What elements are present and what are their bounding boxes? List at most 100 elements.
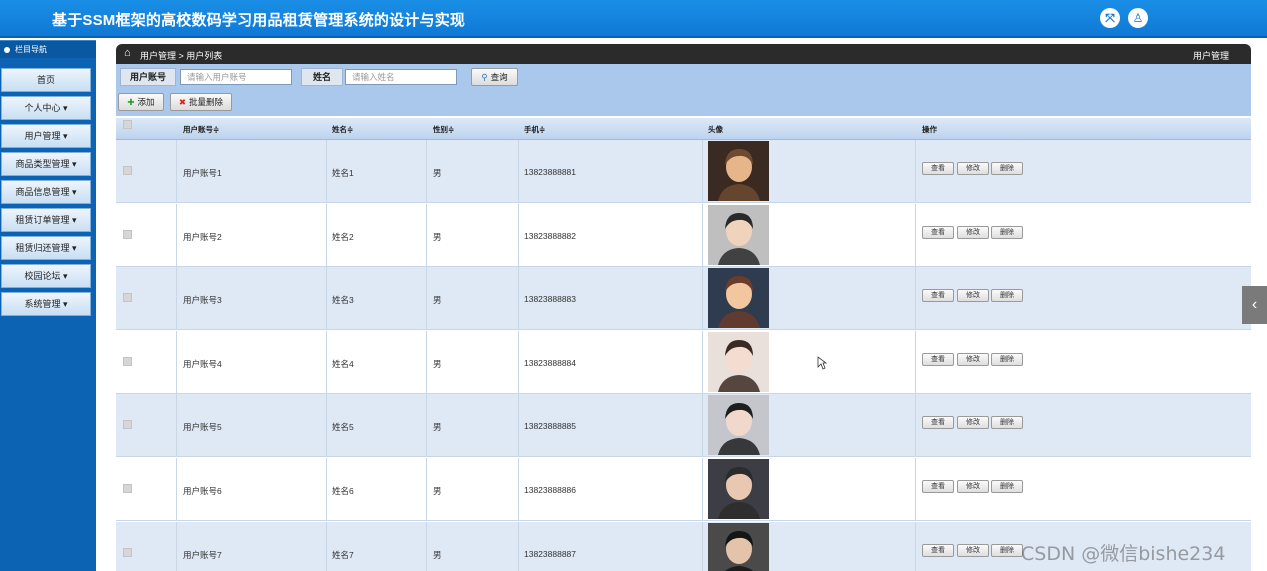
delete-button[interactable]: 删除	[991, 225, 1023, 239]
view-button[interactable]: 查看	[922, 416, 954, 430]
query-button-label: 查询	[490, 72, 508, 82]
col-gender[interactable]: 性别≑	[433, 124, 454, 135]
cell-phone: 13823888883	[524, 294, 577, 305]
account-search-input[interactable]: 请输入用户账号	[180, 69, 292, 85]
edit-button[interactable]: 修改	[957, 225, 989, 239]
avatar	[708, 331, 769, 392]
app-header: 基于SSM框架的高校数码学习用品租赁管理系统的设计与实现 ⤧ ♙	[0, 0, 1267, 38]
watermark: CSDN @微信bishe234	[1021, 543, 1226, 565]
delete-button[interactable]: 删除	[991, 289, 1023, 303]
sidebar-nav-header: 栏目导航	[0, 40, 96, 58]
table-header: 用户账号≑ 姓名≑ 性别≑ 手机≑ 头像 操作	[116, 118, 1251, 140]
view-button[interactable]: 查看	[922, 162, 954, 175]
row-checkbox[interactable]	[123, 547, 132, 557]
cell-account: 用户账号5	[183, 422, 222, 433]
cell-phone: 13823888881	[524, 167, 577, 177]
cell-name: 姓名5	[332, 422, 354, 433]
home-icon[interactable]: ⌂	[124, 47, 131, 59]
col-account[interactable]: 用户账号≑	[183, 124, 219, 135]
app-title: 基于SSM框架的高校数码学习用品租赁管理系统的设计与实现	[52, 12, 466, 29]
avatar	[708, 268, 769, 329]
cell-account: 用户账号6	[183, 486, 222, 496]
delete-button[interactable]: 删除	[991, 480, 1023, 493]
sidebar-item-forum[interactable]: 校园论坛 ▾	[1, 264, 91, 288]
table-row: 用户账号4 姓名4 男 13823888884 查看 修改 删除	[116, 330, 1251, 394]
breadcrumb: 用户管理 > 用户列表	[140, 51, 223, 61]
sidebar-item-home[interactable]: 首页	[1, 68, 91, 92]
row-checkbox[interactable]	[123, 420, 132, 430]
sidebar-item-user-management[interactable]: 用户管理 ▾	[1, 124, 91, 148]
cell-phone: 13823888887	[524, 548, 577, 559]
page-title: 用户管理	[1192, 51, 1229, 61]
select-all-checkbox[interactable]	[123, 120, 132, 129]
search-bar: 用户账号 请输入用户账号 姓名 请输入姓名 ⚲ 查询 ✚ 添加 ✖ 批量删除	[116, 64, 1251, 116]
cell-account: 用户账号4	[183, 358, 222, 369]
cell-phone: 13823888882	[524, 230, 577, 241]
cell-name: 姓名1	[332, 168, 354, 178]
cell-phone: 13823888886	[524, 485, 577, 495]
cell-account: 用户账号1	[183, 168, 222, 178]
breadcrumb-bar: ⌂ 用户管理 > 用户列表 用户管理	[116, 44, 1251, 64]
row-checkbox[interactable]	[123, 229, 132, 239]
expand-icon[interactable]: ⤧	[1100, 8, 1120, 28]
view-button[interactable]: 查看	[922, 289, 954, 303]
view-button[interactable]: 查看	[922, 480, 954, 493]
edit-button[interactable]: 修改	[957, 162, 989, 175]
avatar	[708, 204, 769, 265]
sidebar-item-product-info[interactable]: 商品信息管理 ▾	[1, 180, 91, 204]
account-label: 用户账号	[120, 68, 176, 86]
plus-icon: ✚	[127, 97, 135, 107]
close-icon: ✖	[178, 97, 187, 107]
view-button[interactable]: 查看	[922, 543, 954, 557]
cell-phone: 13823888884	[524, 357, 577, 368]
cell-account: 用户账号3	[183, 295, 222, 306]
col-phone[interactable]: 手机≑	[524, 124, 545, 135]
delete-button[interactable]: 删除	[991, 352, 1023, 366]
delete-button[interactable]: 删除	[991, 543, 1023, 557]
row-checkbox[interactable]	[123, 484, 132, 493]
delete-button[interactable]: 删除	[991, 416, 1023, 430]
name-search-input[interactable]: 请输入姓名	[345, 69, 457, 85]
table-row: 用户账号3 姓名3 男 13823888883 查看 修改 删除	[116, 267, 1251, 331]
edit-button[interactable]: 修改	[957, 416, 989, 430]
cell-account: 用户账号7	[183, 549, 222, 560]
edit-button[interactable]: 修改	[957, 352, 989, 366]
sidebar-item-system[interactable]: 系统管理 ▾	[1, 292, 91, 316]
query-button[interactable]: ⚲ 查询	[471, 68, 518, 86]
table-row: 用户账号6 姓名6 男 13823888886 查看 修改 删除	[116, 458, 1251, 521]
cell-name: 姓名3	[332, 295, 354, 306]
avatar	[708, 459, 769, 519]
sidebar-item-personal-center[interactable]: 个人中心 ▾	[1, 96, 91, 120]
batch-delete-button[interactable]: ✖ 批量删除	[170, 93, 232, 111]
edit-button[interactable]: 修改	[957, 289, 989, 303]
delete-button[interactable]: 删除	[991, 162, 1023, 175]
sidebar-item-product-type[interactable]: 商品类型管理 ▾	[1, 152, 91, 176]
main-panel: ⌂ 用户管理 > 用户列表 用户管理 用户账号 请输入用户账号 姓名 请输入姓名…	[116, 44, 1251, 571]
cell-account: 用户账号2	[183, 231, 222, 242]
row-checkbox[interactable]	[123, 356, 132, 366]
col-name[interactable]: 姓名≑	[332, 124, 353, 135]
edit-button[interactable]: 修改	[957, 543, 989, 557]
view-button[interactable]: 查看	[922, 225, 954, 239]
sidebar-item-rental-return[interactable]: 租赁归还管理 ▾	[1, 236, 91, 260]
name-label: 姓名	[301, 68, 343, 86]
avatar	[708, 141, 769, 201]
table-row: 用户账号5 姓名5 男 13823888885 查看 修改 删除	[116, 394, 1251, 458]
cell-gender: 男	[433, 422, 442, 433]
user-icon[interactable]: ♙	[1128, 8, 1148, 28]
cell-gender: 男	[433, 231, 442, 242]
sidebar-nav-title: 栏目导航	[15, 45, 47, 54]
add-button[interactable]: ✚ 添加	[118, 93, 164, 111]
row-checkbox[interactable]	[123, 293, 132, 303]
cell-gender: 男	[433, 168, 442, 178]
table-row: 用户账号2 姓名2 男 13823888882 查看 修改 删除	[116, 203, 1251, 267]
collapse-chevron-icon[interactable]: ‹	[1242, 286, 1267, 324]
sidebar-item-rental-orders[interactable]: 租赁订单管理 ▾	[1, 208, 91, 232]
col-avatar: 头像	[708, 125, 723, 134]
col-actions: 操作	[922, 125, 937, 134]
table-row: 用户账号1 姓名1 男 13823888881 查看 修改 删除	[116, 140, 1251, 203]
row-checkbox[interactable]	[123, 166, 132, 175]
cell-gender: 男	[433, 295, 442, 306]
edit-button[interactable]: 修改	[957, 480, 989, 493]
view-button[interactable]: 查看	[922, 352, 954, 366]
